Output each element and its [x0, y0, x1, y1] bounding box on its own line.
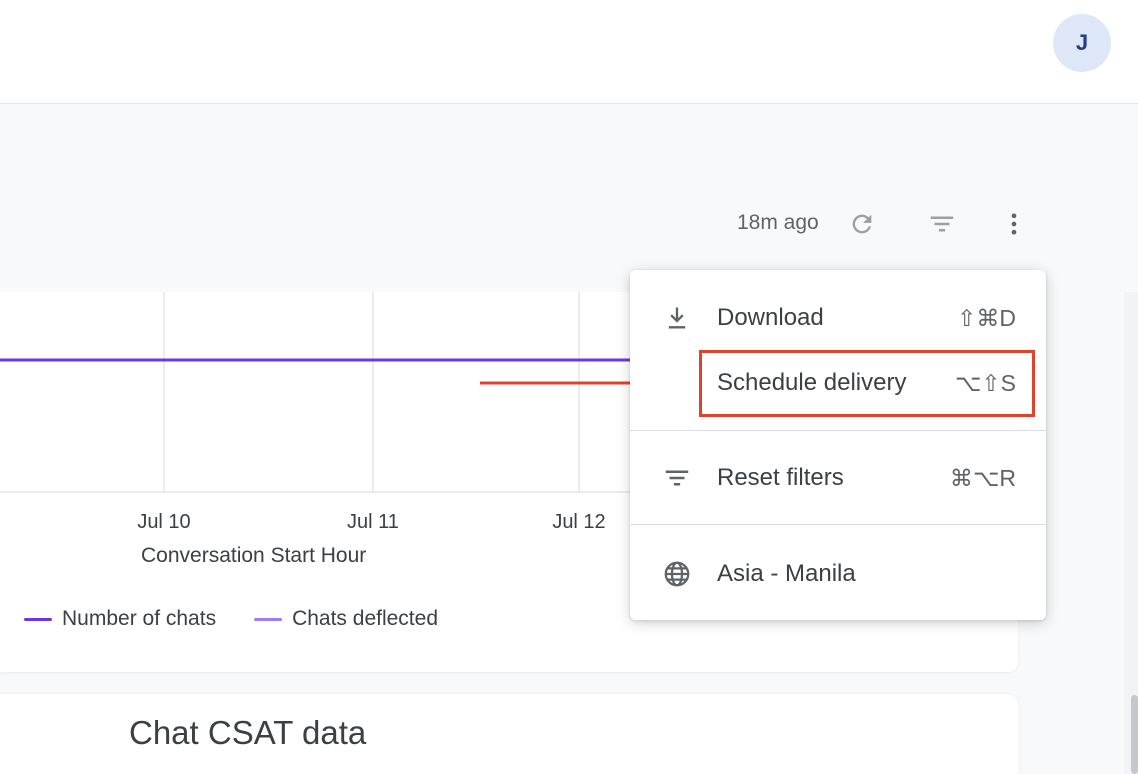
- menu-item-timezone[interactable]: Asia - Manila: [630, 554, 1046, 594]
- legend-item-number-of-chats[interactable]: Number of chats: [24, 607, 216, 631]
- legend-swatch: [24, 617, 52, 621]
- more-options-menu: Download ⇧⌘D Schedule delivery ⌥⇧S Reset…: [630, 270, 1046, 620]
- download-icon-wrap: [660, 301, 694, 335]
- user-avatar[interactable]: J: [1053, 14, 1111, 72]
- globe-icon: [664, 561, 690, 587]
- menu-divider: [630, 430, 1046, 431]
- filter-icon: [665, 470, 689, 486]
- menu-item-reset-filters[interactable]: Reset filters ⌘⌥R: [630, 458, 1046, 498]
- x-tick-label: Jul 11: [347, 511, 399, 533]
- menu-item-label: Download: [717, 304, 824, 331]
- legend-swatch: [254, 617, 283, 621]
- menu-item-download[interactable]: Download ⇧⌘D: [630, 298, 1046, 338]
- scrollbar-thumb[interactable]: [1131, 695, 1138, 774]
- filter-icon-wrap: [660, 461, 694, 495]
- x-tick-label: Jul 10: [137, 511, 190, 533]
- x-tick-label: Jul 12: [552, 511, 605, 533]
- chat-csat-card: Chat CSAT data: [0, 694, 1018, 774]
- menu-item-label: Asia - Manila: [717, 560, 856, 587]
- menu-item-shortcut: ⇧⌘D: [957, 304, 1016, 331]
- menu-item-label: Reset filters: [717, 464, 844, 491]
- highlight-box: [699, 350, 1035, 417]
- legend-label: Chats deflected: [292, 607, 439, 630]
- chart-legend: Number of chats Chats deflected: [24, 607, 438, 631]
- menu-divider: [630, 524, 1046, 525]
- download-icon: [668, 307, 686, 329]
- legend-item-chats-deflected[interactable]: Chats deflected: [254, 607, 438, 631]
- globe-icon-wrap: [660, 557, 694, 591]
- card-title: Chat CSAT data: [129, 714, 367, 751]
- legend-label: Number of chats: [62, 607, 217, 630]
- x-axis-title: Conversation Start Hour: [141, 544, 367, 567]
- menu-item-shortcut: ⌘⌥R: [949, 464, 1016, 491]
